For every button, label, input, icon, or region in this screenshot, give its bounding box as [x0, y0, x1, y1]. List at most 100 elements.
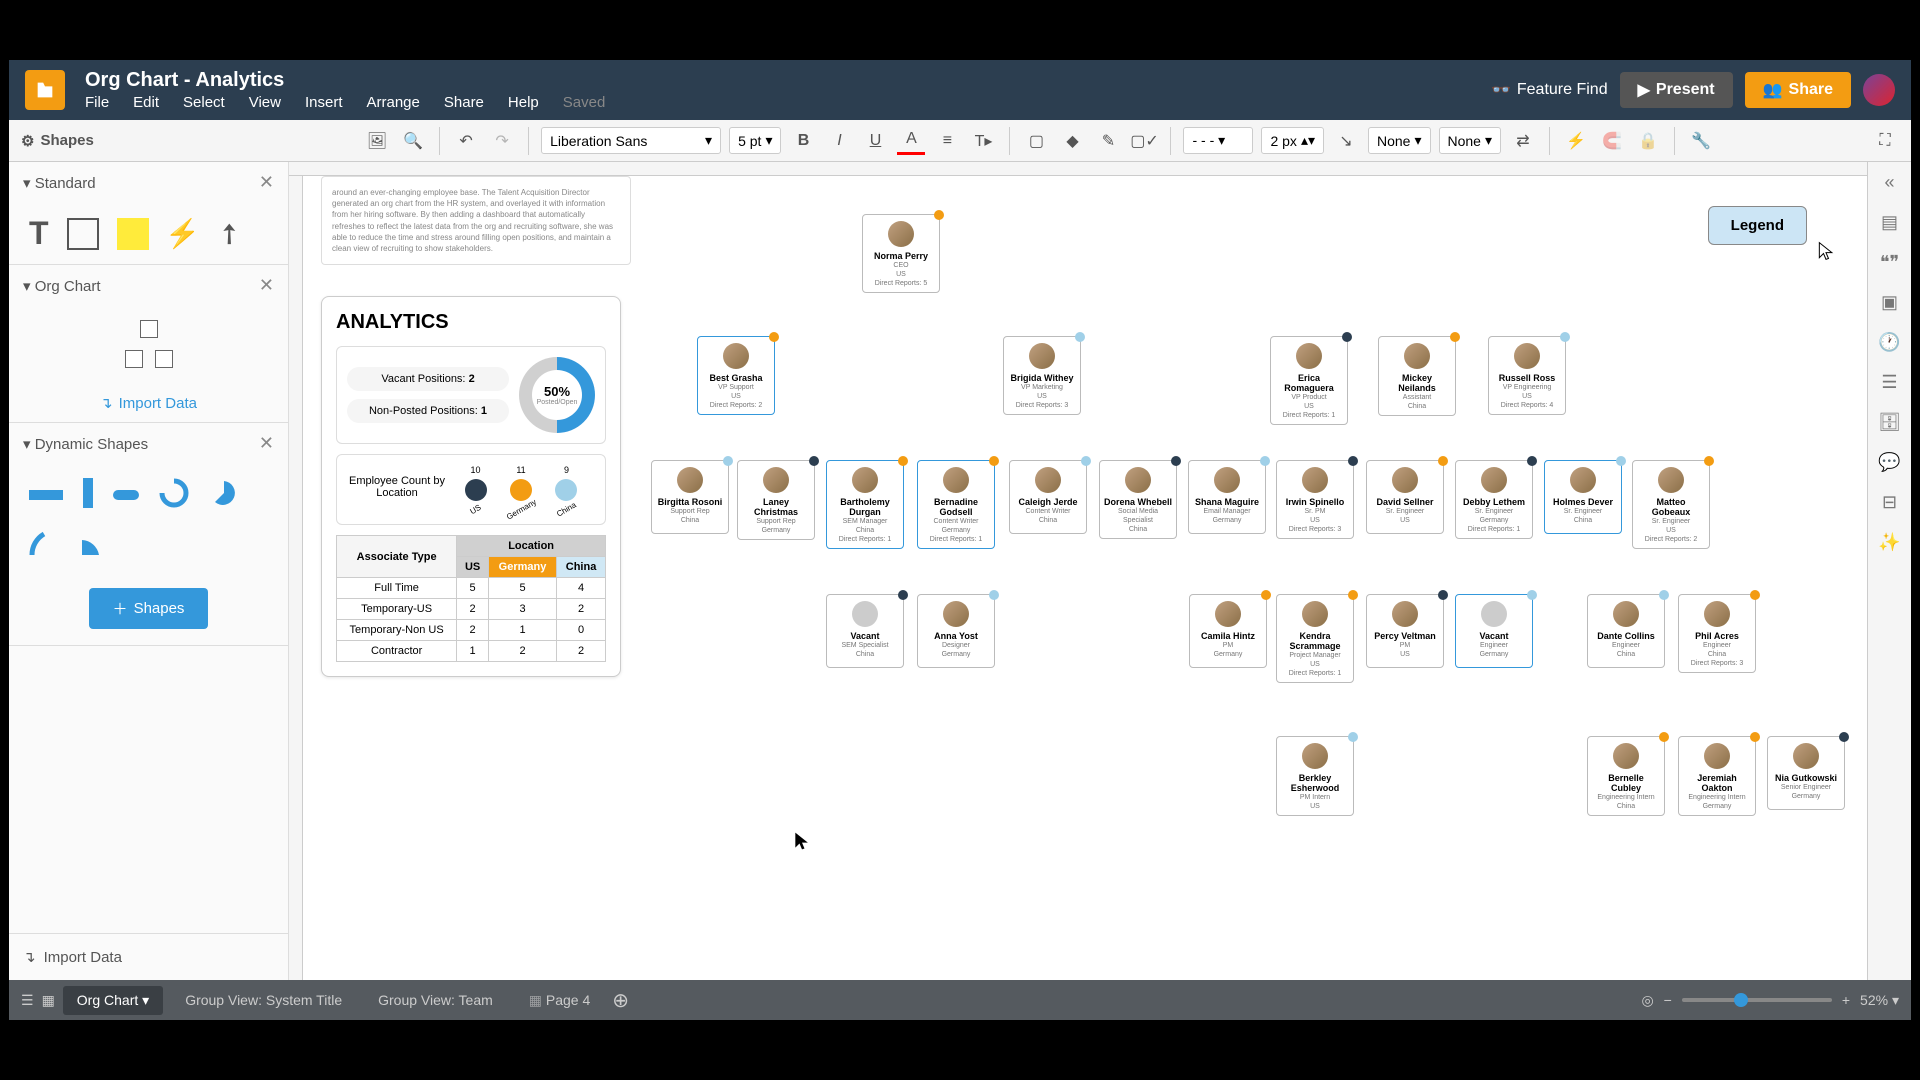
menu-help[interactable]: Help [508, 94, 539, 111]
org-node[interactable]: Caleigh JerdeContent WriterChina [1009, 460, 1087, 534]
dynamic-section-title[interactable]: Dynamic Shapes [35, 436, 148, 453]
org-node[interactable]: VacantEngineerGermany [1455, 594, 1533, 668]
pie-shape[interactable] [209, 478, 239, 508]
standard-section-title[interactable]: Standard [35, 175, 96, 192]
bold-icon[interactable]: B [789, 127, 817, 155]
menu-edit[interactable]: Edit [133, 94, 159, 111]
chat-icon[interactable]: 💬 [1878, 450, 1902, 474]
font-select[interactable]: Liberation Sans▾ [541, 127, 721, 154]
effects-icon[interactable]: ▢✓ [1130, 127, 1158, 155]
stroke-color-icon[interactable]: ✎ [1094, 127, 1122, 155]
feature-find[interactable]: 👓Feature Find [1491, 80, 1608, 100]
tab-page4[interactable]: ▦ Page 4 [515, 986, 605, 1015]
zoom-level[interactable]: 52% ▾ [1860, 992, 1899, 1009]
org-node[interactable]: Anna YostDesignerGermany [917, 594, 995, 668]
org-node[interactable]: Nia GutkowskiSenior EngineerGermany [1767, 736, 1845, 810]
org-node[interactable]: Irwin SpinelloSr. PMUSDirect Reports: 3 [1276, 460, 1354, 539]
magnet-icon[interactable]: 🧲 [1598, 127, 1626, 155]
quarter-arc-shape[interactable] [29, 528, 59, 558]
history-icon[interactable]: 🕐 [1878, 330, 1902, 354]
share-button[interactable]: 👥Share [1745, 72, 1851, 108]
zoom-out-icon[interactable]: − [1664, 992, 1672, 1008]
menu-file[interactable]: File [85, 94, 109, 111]
search-icon[interactable]: 🔍 [399, 127, 427, 155]
user-avatar[interactable] [1863, 74, 1895, 106]
list-view-icon[interactable]: ☰ [21, 992, 34, 1009]
org-node[interactable]: Bernadine GodsellContent WriterGermanyDi… [917, 460, 995, 549]
shape-box-icon[interactable]: ▢ [1022, 127, 1050, 155]
org-node[interactable]: Phil AcresEngineerChinaDirect Reports: 3 [1678, 594, 1756, 673]
menu-arrange[interactable]: Arrange [367, 94, 420, 111]
arrow-shape[interactable]: ➚ [208, 214, 248, 254]
add-page-icon[interactable]: ⊕ [612, 988, 629, 1013]
org-node[interactable]: Kendra ScrammageProject ManagerUSDirect … [1276, 594, 1354, 683]
close-icon[interactable]: ✕ [259, 172, 274, 193]
add-shapes-button[interactable]: ＋ Shapes [89, 588, 209, 629]
database-icon[interactable]: 🗄 [1878, 410, 1902, 434]
font-size-select[interactable]: 5 pt ▾ [729, 127, 781, 154]
underline-icon[interactable]: U [861, 127, 889, 155]
arc-shape[interactable] [159, 478, 189, 508]
menu-insert[interactable]: Insert [305, 94, 343, 111]
text-color-icon[interactable]: A [897, 127, 925, 155]
wand-icon[interactable]: ✨ [1878, 530, 1902, 554]
legend-box[interactable]: Legend [1708, 206, 1807, 245]
arrow-end-select[interactable]: None ▾ [1439, 127, 1502, 154]
fullscreen-icon[interactable]: ⛶ [1871, 127, 1899, 155]
text-options-icon[interactable]: T▸ [969, 127, 997, 155]
presentation-icon[interactable]: ▣ [1878, 290, 1902, 314]
org-node[interactable]: Jeremiah OaktonEngineering InternGermany [1678, 736, 1756, 816]
wrench-icon[interactable]: 🔧 [1687, 127, 1715, 155]
bolt-icon[interactable]: ⚡ [1562, 127, 1590, 155]
import-data-link[interactable]: ↴Import Data [9, 384, 288, 422]
canvas[interactable]: around an ever-changing employee base. T… [303, 176, 1867, 980]
grid-view-icon[interactable]: ▦ [42, 992, 55, 1009]
line-width-select[interactable]: 2 px ▴▾ [1261, 127, 1324, 154]
comment-icon[interactable]: ❝❞ [1878, 250, 1902, 274]
layers-icon[interactable]: ⊟ [1878, 490, 1902, 514]
orgchart-section-title[interactable]: Org Chart [35, 278, 101, 295]
org-node[interactable]: Shana MaguireEmail ManagerGermany [1188, 460, 1266, 534]
italic-icon[interactable]: I [825, 127, 853, 155]
org-node[interactable]: Norma PerryCEOUSDirect Reports: 5 [862, 214, 940, 293]
zoom-slider[interactable] [1682, 998, 1832, 1002]
canvas-area[interactable]: around an ever-changing employee base. T… [289, 162, 1867, 980]
connector-icon[interactable]: ↘ [1332, 127, 1360, 155]
org-node[interactable]: Dorena WhebellSocial Media SpecialistChi… [1099, 460, 1177, 539]
present-button[interactable]: ▶Present [1620, 72, 1733, 108]
org-node[interactable]: Berkley EsherwoodPM InternUS [1276, 736, 1354, 816]
tab-group-system[interactable]: Group View: System Title [171, 986, 356, 1014]
org-node[interactable]: Mickey NeilandsAssistantChina [1378, 336, 1456, 416]
org-node[interactable]: Brigida WitheyVP MarketingUSDirect Repor… [1003, 336, 1081, 415]
zoom-in-icon[interactable]: + [1842, 992, 1850, 1008]
doc-title[interactable]: Org Chart - Analytics [85, 69, 1491, 92]
image-icon[interactable]: 🖼 [363, 127, 391, 155]
info-card[interactable]: around an ever-changing employee base. T… [321, 176, 631, 265]
stack-icon[interactable]: ☰ [1878, 370, 1902, 394]
menu-view[interactable]: View [249, 94, 281, 111]
org-node[interactable]: Best GrashaVP SupportUSDirect Reports: 2 [697, 336, 775, 415]
arrow-start-select[interactable]: None ▾ [1368, 127, 1431, 154]
org-node[interactable]: Camila HintzPMGermany [1189, 594, 1267, 668]
fill-icon[interactable]: ◆ [1058, 127, 1086, 155]
org-preview-shape[interactable] [9, 306, 288, 384]
page-icon[interactable]: ▤ [1878, 210, 1902, 234]
close-icon[interactable]: ✕ [259, 275, 274, 296]
vbar-shape[interactable] [83, 478, 93, 508]
org-node[interactable]: Birgitta RosoniSupport RepChina [651, 460, 729, 534]
menu-select[interactable]: Select [183, 94, 225, 111]
import-data-footer[interactable]: ↴Import Data [9, 933, 288, 980]
org-node[interactable]: Debby LethemSr. EngineerGermanyDirect Re… [1455, 460, 1533, 539]
org-node[interactable]: Dante CollinsEngineerChina [1587, 594, 1665, 668]
close-icon[interactable]: ✕ [259, 433, 274, 454]
org-node[interactable]: Laney ChristmasSupport RepGermany [737, 460, 815, 540]
target-icon[interactable]: ◎ [1641, 992, 1653, 1009]
align-icon[interactable]: ≡ [933, 127, 961, 155]
org-node[interactable]: Holmes DeverSr. EngineerChina [1544, 460, 1622, 534]
undo-icon[interactable]: ↶ [452, 127, 480, 155]
redo-icon[interactable]: ↷ [488, 127, 516, 155]
collapse-icon[interactable]: « [1878, 170, 1902, 194]
box-shape[interactable] [67, 218, 99, 250]
org-node[interactable]: Erica RomagueraVP ProductUSDirect Report… [1270, 336, 1348, 425]
org-node[interactable]: David SellnerSr. EngineerUS [1366, 460, 1444, 534]
